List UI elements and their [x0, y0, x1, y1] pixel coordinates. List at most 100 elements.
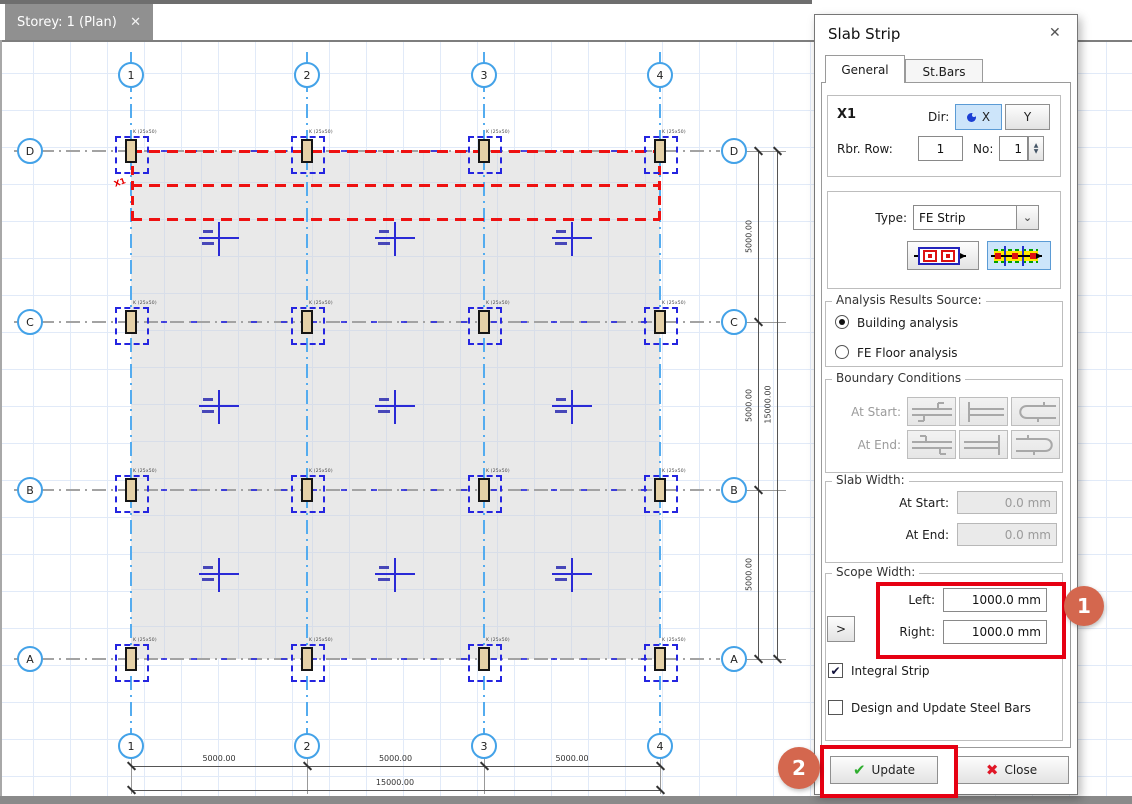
- slab-strip-edge[interactable]: [131, 218, 660, 221]
- tab-stbars[interactable]: St.Bars: [905, 59, 983, 83]
- design-update-checkbox[interactable]: [828, 700, 843, 715]
- scope-expand-button[interactable]: >: [827, 616, 855, 642]
- axis-bubble-C: C: [17, 309, 43, 335]
- slab-label-text: [556, 566, 566, 569]
- axis-bubble-B: B: [17, 477, 43, 503]
- column[interactable]: [654, 310, 666, 334]
- slab-label-text: [203, 566, 213, 569]
- slab-label-text: [202, 410, 214, 413]
- slab-at-start-input[interactable]: 0.0 mm: [957, 491, 1057, 514]
- type-select[interactable]: FE Strip: [913, 205, 1017, 230]
- column[interactable]: [654, 647, 666, 671]
- strip-tag: X1: [113, 176, 127, 188]
- dimension-text: 5000.00: [366, 754, 426, 763]
- slab-strip-edge[interactable]: [131, 184, 660, 187]
- axis-bubble-D: D: [17, 138, 43, 164]
- dimension-text-total: 15000.00: [365, 778, 425, 787]
- beam-line[interactable]: [131, 658, 660, 660]
- slab-label-text: [378, 410, 390, 413]
- building-analysis-radio[interactable]: [835, 315, 849, 329]
- strip-name: X1: [837, 107, 856, 122]
- column-tag: K (25x50): [309, 638, 333, 643]
- integral-strip-label[interactable]: Integral Strip: [851, 664, 930, 678]
- column[interactable]: [478, 139, 490, 163]
- spinner-down-icon[interactable]: ▼: [1034, 149, 1039, 155]
- column[interactable]: [125, 310, 137, 334]
- fe-strip-icon: [990, 244, 1048, 268]
- bc-end-option-3-button[interactable]: [1011, 430, 1060, 459]
- close-button[interactable]: ✖ Close: [954, 756, 1069, 784]
- dimension-text-total: 15000.00: [764, 375, 773, 435]
- close-button-label: Close: [1004, 763, 1037, 777]
- axis-bubble-4: 4: [647, 62, 673, 88]
- type-dropdown-button[interactable]: ⌄: [1016, 205, 1039, 230]
- strip-style-columns-button[interactable]: [907, 241, 979, 270]
- slab-label-text: [202, 578, 214, 581]
- column-tag: K (25x50): [662, 469, 686, 474]
- column[interactable]: [478, 478, 490, 502]
- fe-floor-analysis-label[interactable]: FE Floor analysis: [857, 346, 958, 360]
- slab-label-cross: [571, 222, 573, 256]
- app-window: Storey: 1 (Plan) ✕ X111223344DDCCBBAAK (…: [0, 0, 1132, 804]
- slab-label-cross: [218, 222, 220, 256]
- design-update-label[interactable]: Design and Update Steel Bars: [851, 701, 1031, 715]
- building-analysis-label[interactable]: Building analysis: [857, 316, 958, 330]
- beam-line[interactable]: [131, 489, 660, 491]
- column[interactable]: [301, 478, 313, 502]
- column[interactable]: [301, 139, 313, 163]
- column-tag: K (25x50): [133, 130, 157, 135]
- no-spinner[interactable]: ▲ ▼: [1028, 136, 1044, 161]
- column-tag: K (25x50): [309, 130, 333, 135]
- annotation-badge-2: 2: [778, 747, 820, 789]
- column-strip-icon: [912, 244, 974, 268]
- axis-bubble-2: 2: [294, 62, 320, 88]
- column[interactable]: [478, 647, 490, 671]
- column[interactable]: [125, 139, 137, 163]
- slab-at-end-input[interactable]: 0.0 mm: [957, 523, 1057, 546]
- bc-end-option-2-button[interactable]: [959, 430, 1008, 459]
- integral-strip-checkbox[interactable]: ✔: [828, 663, 843, 678]
- no-input[interactable]: 1: [999, 136, 1028, 161]
- axis-bubble-1: 1: [118, 62, 144, 88]
- dir-x-button[interactable]: X: [955, 104, 1002, 130]
- column[interactable]: [654, 139, 666, 163]
- axis-bubble-B: B: [721, 477, 747, 503]
- bc-end-1-icon: [910, 433, 954, 457]
- column-tag: K (25x50): [133, 301, 157, 306]
- slab-label-text: [203, 230, 213, 233]
- beam-line[interactable]: [131, 321, 660, 323]
- column[interactable]: [125, 478, 137, 502]
- slab-label-text: [379, 398, 389, 401]
- column[interactable]: [301, 647, 313, 671]
- column[interactable]: [478, 310, 490, 334]
- tab-general[interactable]: General: [825, 55, 905, 83]
- slab-strip-edge[interactable]: [131, 150, 660, 153]
- bc-start-option-2-button[interactable]: [959, 397, 1008, 426]
- dimension-text: 5000.00: [189, 754, 249, 763]
- column-tag: K (25x50): [309, 469, 333, 474]
- rbr-row-input[interactable]: 1: [918, 136, 963, 161]
- axis-bubble-D: D: [721, 138, 747, 164]
- dialog-title: Slab Strip: [828, 25, 900, 43]
- fe-floor-analysis-radio[interactable]: [835, 345, 849, 359]
- slab-label-text: [555, 410, 567, 413]
- slab-label-text: [556, 398, 566, 401]
- axis-bubble-1: 1: [118, 733, 144, 759]
- dir-y-button[interactable]: Y: [1005, 104, 1050, 130]
- dialog-close-icon[interactable]: ✕: [1049, 25, 1061, 41]
- slab-label-text: [556, 230, 566, 233]
- at-end-label: At End:: [835, 438, 901, 452]
- axis-bubble-C: C: [721, 309, 747, 335]
- slab-label-cross: [394, 558, 396, 592]
- strip-style-fe-button[interactable]: [987, 241, 1051, 270]
- column[interactable]: [301, 310, 313, 334]
- column[interactable]: [654, 478, 666, 502]
- column[interactable]: [125, 647, 137, 671]
- bc-start-1-icon: [910, 400, 954, 424]
- axis-bubble-3: 3: [471, 733, 497, 759]
- bc-start-option-3-button[interactable]: [1011, 397, 1060, 426]
- slab-label-text: [555, 578, 567, 581]
- bc-start-option-1-button[interactable]: [907, 397, 956, 426]
- bc-end-option-1-button[interactable]: [907, 430, 956, 459]
- column-tag: K (25x50): [133, 638, 157, 643]
